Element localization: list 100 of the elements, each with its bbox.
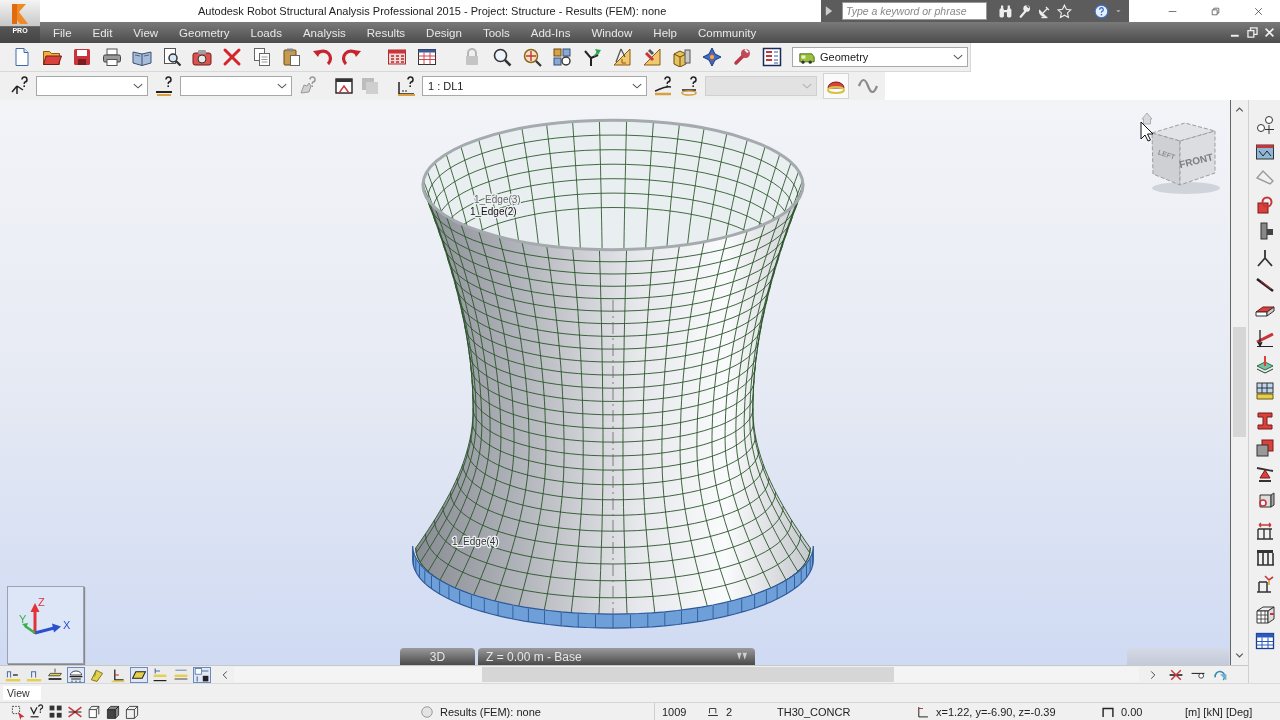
table-grid-icon[interactable] bbox=[1254, 630, 1275, 651]
load-query-icon[interactable] bbox=[679, 76, 699, 96]
mouse-pointer-icon bbox=[1140, 121, 1154, 142]
grid-block-icon[interactable] bbox=[1254, 380, 1275, 401]
ruler-hammer-icon[interactable] bbox=[642, 47, 662, 67]
line-label-icon bbox=[152, 666, 168, 683]
menu-item[interactable]: View bbox=[133, 26, 159, 39]
horizontal-scrollbar[interactable] bbox=[234, 667, 1139, 682]
zoom-icon[interactable] bbox=[492, 47, 512, 67]
load-case-icon[interactable] bbox=[396, 76, 416, 96]
print-preview-icon[interactable] bbox=[162, 47, 182, 67]
menu-item[interactable]: Tools bbox=[482, 26, 510, 39]
units-label[interactable]: [m] [kN] [Deg] bbox=[1185, 705, 1253, 718]
menu-item[interactable]: Edit bbox=[92, 26, 113, 39]
scrollbar-thumb[interactable] bbox=[482, 667, 894, 682]
axes-query-icon[interactable] bbox=[10, 76, 30, 96]
compass-star-icon[interactable] bbox=[702, 47, 722, 67]
status-value: 2 bbox=[726, 705, 733, 718]
undo-icon[interactable] bbox=[312, 47, 332, 67]
level-arrows-icon bbox=[735, 651, 749, 662]
select-grid-icon[interactable] bbox=[552, 47, 572, 67]
menu-item[interactable]: Help bbox=[653, 26, 677, 39]
hinge-support-icon[interactable] bbox=[1254, 464, 1275, 485]
value-query-icon[interactable] bbox=[29, 703, 45, 720]
display-filter-button[interactable] bbox=[151, 666, 169, 683]
window-frame-icon[interactable] bbox=[334, 76, 354, 96]
nodes-icon[interactable] bbox=[1254, 115, 1275, 135]
layout-dropdown[interactable]: Geometry bbox=[792, 47, 968, 67]
frame-icon[interactable] bbox=[1254, 547, 1275, 568]
view-mode-button[interactable]: 3D bbox=[400, 648, 475, 665]
menu-item[interactable]: Loads bbox=[250, 26, 282, 39]
wave-icon bbox=[858, 76, 878, 96]
axis-label: Z bbox=[38, 596, 45, 608]
calculator-icon[interactable] bbox=[387, 47, 407, 67]
redo-icon[interactable] bbox=[342, 47, 362, 67]
axis-label: Y bbox=[19, 613, 27, 625]
branch-icon[interactable] bbox=[1254, 247, 1275, 268]
menu-item[interactable]: Design bbox=[426, 26, 462, 39]
table-icon[interactable] bbox=[417, 47, 437, 67]
solid-cube-icon[interactable] bbox=[105, 703, 121, 720]
panel-arrow-icon[interactable] bbox=[1254, 354, 1275, 375]
menu-item[interactable]: File bbox=[53, 26, 72, 39]
status-value: 0.00 bbox=[1121, 705, 1143, 718]
node-arrows-icon[interactable] bbox=[582, 47, 602, 67]
command-field[interactable]: View bbox=[3, 686, 41, 700]
save-icon[interactable] bbox=[72, 47, 92, 67]
zoom-target-icon[interactable] bbox=[522, 47, 542, 67]
marked-frame-icon[interactable] bbox=[1254, 573, 1275, 594]
display-filter-button[interactable] bbox=[109, 666, 127, 683]
window-title: Autodesk Robot Structural Analysis Professional 2015 - Project: Structure - Results (FEM): none bbox=[197, 5, 668, 17]
display-filter-button[interactable] bbox=[130, 666, 148, 683]
grid-cube-icon[interactable] bbox=[1254, 603, 1275, 624]
new-file-icon[interactable] bbox=[12, 47, 32, 67]
bar-query-icon[interactable] bbox=[154, 76, 174, 96]
star-icon[interactable] bbox=[1057, 2, 1073, 20]
dropdown[interactable]: 1 : DL1 bbox=[422, 76, 647, 96]
cursor-coordinates: x=1.22, y=-6.90, z=-0.39 bbox=[936, 705, 1056, 718]
menu-item[interactable]: Analysis bbox=[302, 26, 346, 39]
restore-icon[interactable] bbox=[1246, 26, 1259, 39]
wrench-icon[interactable] bbox=[1017, 2, 1033, 20]
deflection-icon[interactable] bbox=[653, 76, 673, 96]
zigzag-window-icon[interactable] bbox=[1254, 141, 1275, 162]
display-filter-button[interactable] bbox=[67, 666, 85, 683]
print-icon[interactable] bbox=[102, 47, 122, 67]
wrench-icon[interactable] bbox=[732, 47, 752, 67]
delete-icon[interactable] bbox=[222, 47, 242, 67]
i-beam-icon[interactable] bbox=[1254, 410, 1275, 431]
display-filter-button[interactable] bbox=[193, 666, 211, 683]
status-value: 1009 bbox=[662, 705, 687, 718]
material-name: TH30_CONCR bbox=[777, 705, 851, 718]
copy-icon[interactable] bbox=[252, 47, 272, 67]
scrollbar-thumb[interactable] bbox=[1233, 327, 1246, 437]
support-cube-icon[interactable] bbox=[1254, 194, 1275, 215]
menu-item[interactable]: Window bbox=[591, 26, 633, 39]
display-toggle[interactable] bbox=[823, 73, 849, 99]
paste-icon[interactable] bbox=[282, 47, 302, 67]
dimension-frame-icon[interactable] bbox=[1254, 520, 1275, 541]
box-cylinder-icon[interactable] bbox=[672, 47, 692, 67]
wire-cube-icon[interactable] bbox=[124, 703, 140, 720]
list-window-icon[interactable] bbox=[762, 47, 782, 67]
load-arrow-icon[interactable] bbox=[1254, 327, 1275, 348]
axis-label: X bbox=[63, 619, 71, 631]
level-selector[interactable]: Z = 0.00 m - Base bbox=[478, 648, 755, 665]
display-filter-button[interactable] bbox=[46, 666, 64, 683]
search-field[interactable]: Type a keyword or phrase bbox=[842, 2, 987, 20]
camera-icon[interactable] bbox=[192, 47, 212, 67]
menu-item[interactable]: Results bbox=[366, 26, 406, 39]
cube-stack-icon[interactable] bbox=[86, 703, 102, 720]
home-icon[interactable] bbox=[1141, 112, 1153, 125]
menu-item[interactable]: Community bbox=[698, 26, 757, 39]
help-icon[interactable] bbox=[1094, 2, 1110, 20]
close-icon[interactable] bbox=[1263, 26, 1276, 39]
section-label-icon bbox=[47, 666, 63, 683]
menu-item[interactable]: Geometry bbox=[179, 26, 230, 39]
menu-item[interactable]: Add-Ins bbox=[530, 26, 571, 39]
grid-blocks-icon[interactable] bbox=[48, 703, 64, 720]
copy-cubes-icon[interactable] bbox=[1254, 437, 1275, 458]
y-axis-arrow bbox=[22, 623, 36, 635]
select-frame-icon[interactable] bbox=[10, 703, 26, 720]
axes-corner-icon bbox=[916, 704, 930, 719]
